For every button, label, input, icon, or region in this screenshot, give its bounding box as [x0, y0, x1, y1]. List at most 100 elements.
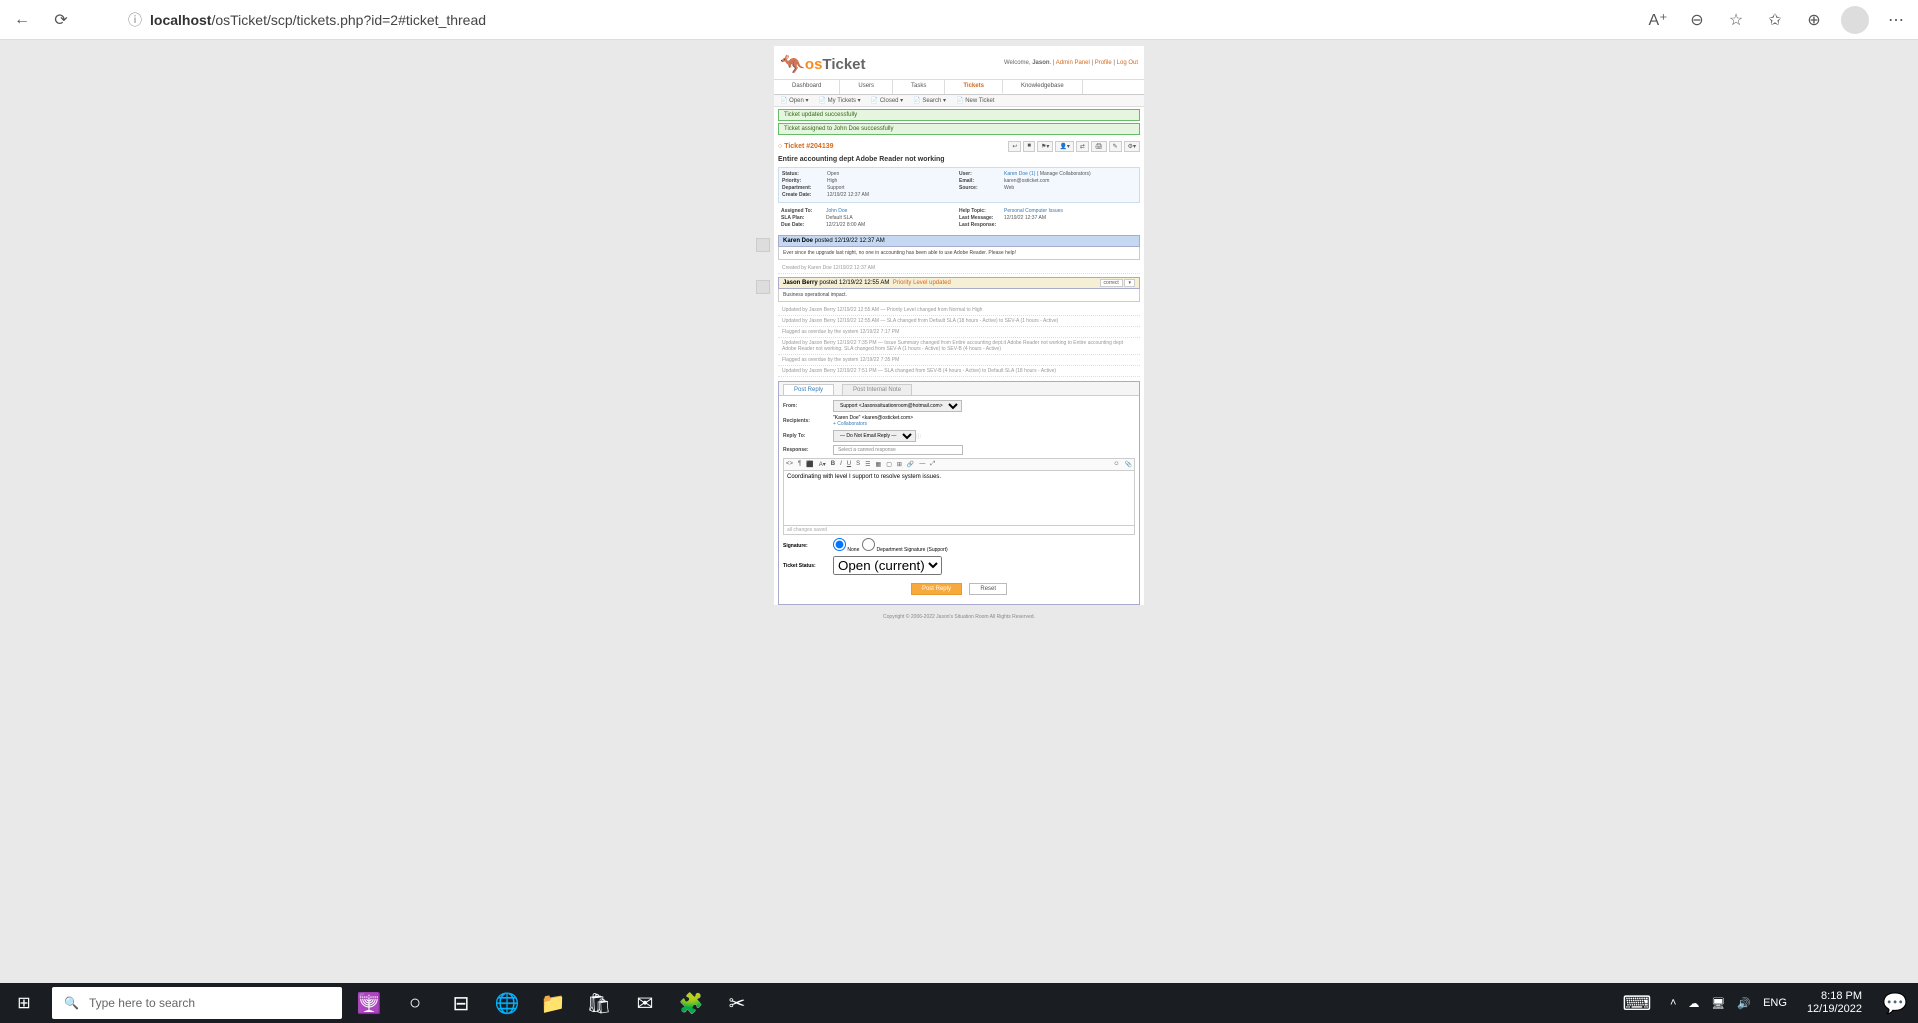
clock[interactable]: 8:18 PM 12/19/2022 [1797, 990, 1872, 1016]
more-icon[interactable]: ⋯ [1884, 8, 1908, 32]
notifications-icon[interactable]: 💬 [1872, 983, 1918, 1023]
chevron-up-icon[interactable]: ˄ [1670, 997, 1676, 1009]
table-icon[interactable]: ⊞ [897, 461, 902, 468]
strike-icon[interactable]: S [856, 461, 860, 468]
logout-link[interactable]: Log Out [1117, 60, 1138, 66]
sig-none-radio[interactable]: None [833, 538, 859, 553]
back-button[interactable]: ← [10, 8, 34, 32]
event-item: Flagged as overdue by the system 12/19/2… [778, 355, 1140, 366]
assignee-link[interactable]: John Doe [826, 208, 847, 214]
avatar [756, 238, 770, 252]
store-icon[interactable]: 🛍 [576, 983, 622, 1023]
nav-tasks[interactable]: Tasks [893, 80, 945, 94]
nav-kb[interactable]: Knowledgebase [1003, 80, 1083, 94]
reply-editor[interactable]: Coordinating with level I support to res… [783, 471, 1135, 526]
menorah-icon[interactable]: 🕎 [346, 983, 392, 1023]
favorite-icon[interactable]: ☆ [1724, 8, 1748, 32]
profile-link[interactable]: Profile [1095, 60, 1112, 66]
video-icon[interactable]: ▢ [886, 461, 892, 468]
profile-icon[interactable] [1841, 6, 1869, 34]
event-created: Created by Karen Doe 12/19/22 12:37 AM [778, 263, 1140, 274]
search-icon: 🔍 [64, 996, 79, 1010]
subnav-open[interactable]: 📄 Open ▾ [780, 97, 809, 104]
browser-toolbar: ← ⟳ ⓘ localhost/osTicket/scp/tickets.php… [0, 0, 1918, 40]
post-reply-button[interactable]: Post Reply [911, 583, 962, 595]
bold-icon[interactable]: B [831, 461, 835, 468]
kangaroo-icon: 🦘 [780, 54, 805, 76]
help-icon[interactable]: ⓘ [916, 433, 921, 440]
edge-icon[interactable]: 🌐 [484, 983, 530, 1023]
keyboard-icon[interactable]: ⌨ [1614, 983, 1660, 1023]
url-path: /osTicket/scp/tickets.php?id=2#ticket_th… [211, 12, 486, 28]
more-icon[interactable]: ⚙▾ [1124, 141, 1140, 152]
add-collaborators-link[interactable]: + Collaborators [833, 421, 867, 427]
nav-tickets[interactable]: Tickets [945, 80, 1003, 94]
start-button[interactable]: ⊞ [0, 983, 48, 1023]
list-icon[interactable]: ☰ [865, 461, 870, 468]
ticket-status-select[interactable]: Open (current) [833, 556, 942, 575]
volume-icon[interactable]: 🔊 [1737, 997, 1751, 1010]
fullscreen-icon[interactable]: ⤢ [930, 461, 935, 468]
tab-internal-note[interactable]: Post Internal Note [842, 384, 912, 395]
note-flag[interactable]: correct [1100, 279, 1123, 287]
mail-icon[interactable]: ✉ [622, 983, 668, 1023]
avatar [756, 280, 770, 294]
paragraph-icon[interactable]: ¶ [798, 461, 801, 468]
network-icon[interactable]: 🖥 [1711, 997, 1725, 1010]
link-icon[interactable]: 🔗 [907, 461, 914, 468]
event-item: Updated by Jason Berry 12/19/22 12:55 AM… [778, 316, 1140, 327]
reply-icon[interactable]: ↩ [1008, 141, 1021, 152]
flag-icon[interactable]: ⚑▾ [1037, 141, 1053, 152]
user-link[interactable]: Karen Doe (1) [1004, 171, 1035, 177]
heading-icon[interactable]: ⬛ [806, 461, 813, 468]
image-icon[interactable]: ▦ [876, 461, 882, 468]
snip-icon[interactable]: ✂ [714, 983, 760, 1023]
favorites-bar-icon[interactable]: ✩ [1763, 8, 1787, 32]
lang-icon[interactable]: ENG [1763, 997, 1787, 1009]
canned-response-select[interactable]: Select a canned response [833, 445, 963, 455]
emoji-icon[interactable]: ☺ [1113, 461, 1119, 468]
cortana-icon[interactable]: ○ [392, 983, 438, 1023]
subnav-my[interactable]: 📄 My Tickets ▾ [819, 97, 861, 104]
explorer-icon[interactable]: 📁 [530, 983, 576, 1023]
sig-dept-radio[interactable]: Department Signature (Support) [862, 538, 948, 553]
refresh-button[interactable]: ⟳ [49, 8, 73, 32]
entry-menu-icon[interactable]: ▾ [1124, 279, 1135, 287]
fontsize-icon[interactable]: A▾ [819, 461, 826, 468]
editor-status: all changes saved [783, 526, 1135, 535]
zoom-icon[interactable]: ⊖ [1685, 8, 1709, 32]
onedrive-icon[interactable]: ☁ [1688, 997, 1699, 1010]
reply-form: Post Reply Post Internal Note From: Supp… [778, 381, 1140, 605]
reply-to-select[interactable]: — Do Not Email Reply — [833, 430, 916, 442]
thread-staff-note: Jason Berry posted 12/19/22 12:55 AM Pri… [778, 277, 1140, 302]
underline-icon[interactable]: U [847, 461, 851, 468]
thread-user-message: Karen Doe posted 12/19/22 12:37 AM Ever … [778, 235, 1140, 260]
nav-users[interactable]: Users [840, 80, 893, 94]
code-icon[interactable]: <> [786, 461, 793, 468]
read-aloud-icon[interactable]: A⁺ [1646, 8, 1670, 32]
help-topic-link[interactable]: Personal Computer Issues [1004, 208, 1063, 214]
subnav-closed[interactable]: 📄 Closed ▾ [871, 97, 904, 104]
user-icon[interactable]: 👤▾ [1055, 141, 1073, 152]
nav-dashboard[interactable]: Dashboard [774, 80, 840, 94]
hr-icon[interactable]: — [919, 461, 925, 468]
transfer-icon[interactable]: ⇄ [1076, 141, 1089, 152]
edit-icon[interactable]: ✎ [1109, 141, 1122, 152]
address-bar[interactable]: ⓘ localhost/osTicket/scp/tickets.php?id=… [128, 10, 678, 30]
status-icon[interactable]: ■ [1023, 141, 1035, 152]
subnav-search[interactable]: 📄 Search ▾ [913, 97, 946, 104]
reset-button[interactable]: Reset [969, 583, 1007, 595]
system-tray[interactable]: ˄ ☁ 🖥 🔊 ENG [1660, 997, 1797, 1010]
from-select[interactable]: Support <Jasonssituationroom@hotmail.com… [833, 400, 962, 412]
logo[interactable]: 🦘osTicket [780, 50, 866, 75]
app-icon[interactable]: 🧩 [668, 983, 714, 1023]
tab-post-reply[interactable]: Post Reply [783, 384, 834, 395]
admin-panel-link[interactable]: Admin Panel [1056, 60, 1090, 66]
italic-icon[interactable]: I [840, 461, 842, 468]
task-view-icon[interactable]: ⊟ [438, 983, 484, 1023]
taskbar-search[interactable]: 🔍 Type here to search [52, 987, 342, 1019]
collections-icon[interactable]: ⊕ [1802, 8, 1826, 32]
print-icon[interactable]: 🖨 [1091, 141, 1107, 152]
subnav-new[interactable]: 📄 New Ticket [956, 97, 994, 104]
attach-icon[interactable]: 📎 [1125, 461, 1132, 468]
